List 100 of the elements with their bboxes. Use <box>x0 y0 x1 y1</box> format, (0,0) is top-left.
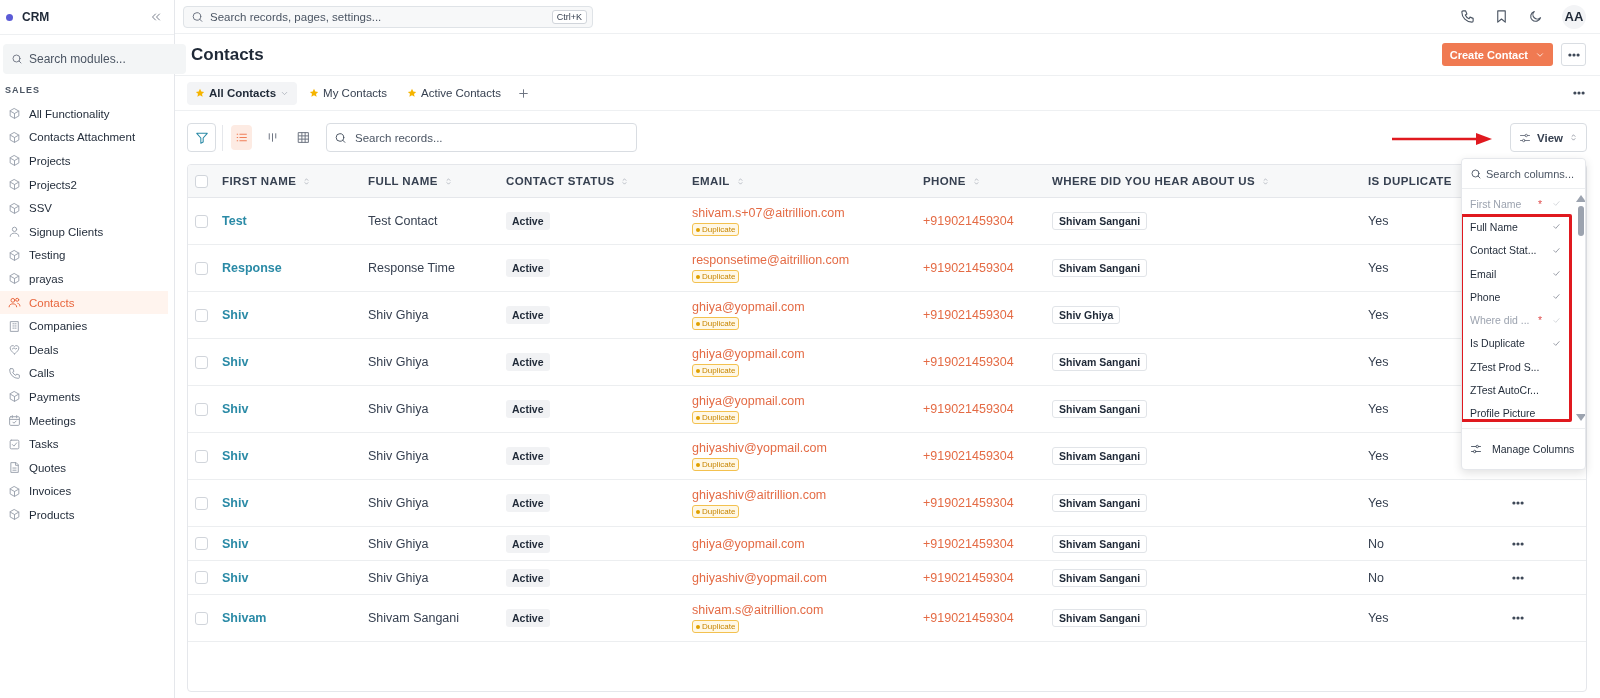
view-button[interactable]: View <box>1510 123 1587 152</box>
sidebar-item[interactable]: Meetings <box>0 408 168 433</box>
source-tag: Shivam Sangani <box>1052 609 1148 627</box>
sidebar-item[interactable]: Products <box>0 503 168 527</box>
contact-link[interactable]: Response <box>222 261 282 275</box>
sidebar-item[interactable]: Deals <box>0 337 168 362</box>
row-checkbox[interactable] <box>195 496 208 510</box>
row-checkbox[interactable] <box>195 449 208 463</box>
sidebar-item[interactable]: Testing <box>0 243 168 268</box>
search-icon <box>1470 167 1482 180</box>
cube-icon <box>8 248 21 262</box>
sidebar-item[interactable]: Tasks <box>0 432 168 456</box>
collapse-icon[interactable] <box>150 11 162 23</box>
row-checkbox[interactable] <box>195 402 208 416</box>
contact-link[interactable]: Shiv <box>222 355 249 369</box>
row-checkbox[interactable] <box>195 611 208 625</box>
sidebar-item[interactable]: Quotes <box>0 455 168 480</box>
table-cell: Yes <box>1358 479 1501 527</box>
duplicate-badge: Duplicate <box>692 364 740 377</box>
sort-icon <box>302 176 312 186</box>
sidebar-item[interactable]: Companies <box>0 314 168 338</box>
sidebar-item[interactable]: Contacts Attachment <box>0 125 168 150</box>
sort-icon <box>971 176 981 186</box>
view-toggle[interactable] <box>231 125 252 150</box>
sliders-icon <box>1470 443 1482 455</box>
duplicate-badge: Duplicate <box>692 223 740 236</box>
table-cell: Shiv Ghiya <box>358 385 496 433</box>
status-badge: Active <box>506 534 550 553</box>
phone-icon[interactable] <box>1460 9 1475 24</box>
view-tab[interactable]: All Contacts <box>187 81 298 105</box>
duplicate-badge: Duplicate <box>692 458 740 471</box>
duplicate-badge: Duplicate <box>692 505 740 518</box>
source-tag: Shivam Sangani <box>1052 494 1148 512</box>
manage-columns-button[interactable]: Manage Columns <box>1462 428 1585 469</box>
status-badge: Active <box>506 568 550 587</box>
contact-link[interactable]: Shiv <box>222 536 249 551</box>
row-checkbox[interactable] <box>195 571 208 584</box>
sidebar-item[interactable]: All Functionality <box>0 102 168 126</box>
sidebar-item[interactable]: prayas <box>0 267 168 291</box>
logo-dot-icon <box>6 13 13 21</box>
status-badge: Active <box>506 212 550 230</box>
contact-link[interactable]: Shiv <box>222 402 249 416</box>
table-cell: Shiv Ghiya <box>358 291 496 339</box>
select-all-checkbox[interactable] <box>195 174 208 188</box>
cube-icon <box>8 130 21 144</box>
search-icon <box>334 131 347 144</box>
search-field[interactable]: Search columns... <box>1462 159 1585 188</box>
search-field[interactable]: Search modules... <box>3 44 186 74</box>
status-badge: Active <box>506 306 550 324</box>
cube-icon <box>8 272 21 286</box>
search-icon <box>191 10 204 23</box>
sidebar-item[interactable]: Calls <box>0 361 168 386</box>
filter-button[interactable] <box>187 123 216 152</box>
source-tag: Shivam Sangani <box>1052 447 1148 465</box>
sidebar-item[interactable]: Signup Clients <box>0 219 168 244</box>
row-checkbox[interactable] <box>195 355 208 369</box>
add-tab-icon[interactable] <box>516 86 530 100</box>
brand-name: CRM <box>22 10 50 24</box>
bookmark-icon[interactable] <box>1494 9 1509 24</box>
contact-link[interactable]: Shivam <box>222 611 267 625</box>
table-cell: Shiv Ghiya <box>358 479 496 527</box>
moon-icon[interactable] <box>1528 9 1543 24</box>
users-icon <box>8 296 21 310</box>
table-cell: Shivam Sangani <box>358 594 496 642</box>
source-tag: Shivam Sangani <box>1052 534 1148 553</box>
contact-link[interactable]: Test <box>222 214 247 228</box>
heart-icon <box>8 343 21 357</box>
sidebar-item[interactable]: Invoices <box>0 479 168 504</box>
contact-link[interactable]: Shiv <box>222 308 249 322</box>
row-checkbox[interactable] <box>195 214 208 228</box>
sort-icon <box>620 176 630 186</box>
view-tab[interactable]: My Contacts <box>301 81 395 105</box>
sidebar-item[interactable]: Projects <box>0 149 168 173</box>
row-checkbox[interactable] <box>195 261 208 275</box>
sidebar-item[interactable]: Payments <box>0 385 168 409</box>
contact-link[interactable]: Shiv <box>222 496 249 510</box>
contact-link[interactable]: Shiv <box>222 570 249 585</box>
search-field[interactable]: Search records... <box>326 123 637 152</box>
row-checkbox[interactable] <box>195 537 208 550</box>
status-badge: Active <box>506 609 550 627</box>
section-label: SALES <box>4 84 41 97</box>
document-icon <box>8 461 21 475</box>
column-header[interactable]: EMAIL <box>692 175 745 187</box>
sidebar-item[interactable]: SSV <box>0 196 168 220</box>
contact-link[interactable]: Shiv <box>222 449 249 463</box>
more-button[interactable] <box>1561 43 1586 66</box>
avatar[interactable]: AA <box>1562 4 1586 29</box>
row-checkbox[interactable] <box>195 308 208 322</box>
table-cell: Shiv Ghiya <box>358 526 496 561</box>
view-tab[interactable]: Active Contacts <box>399 81 509 105</box>
sort-icon <box>443 176 453 186</box>
table-cell: Shiv Ghiya <box>358 432 496 480</box>
star-icon <box>407 88 417 98</box>
duplicate-badge: Duplicate <box>692 411 740 424</box>
sidebar-item[interactable]: Projects2 <box>0 172 168 197</box>
table-cell: Yes <box>1358 594 1501 642</box>
sort-icon <box>1261 176 1271 186</box>
column-header[interactable]: PHONE <box>923 175 981 187</box>
source-tag: Shivam Sangani <box>1052 353 1148 371</box>
table-cell: Test Contact <box>358 197 496 245</box>
